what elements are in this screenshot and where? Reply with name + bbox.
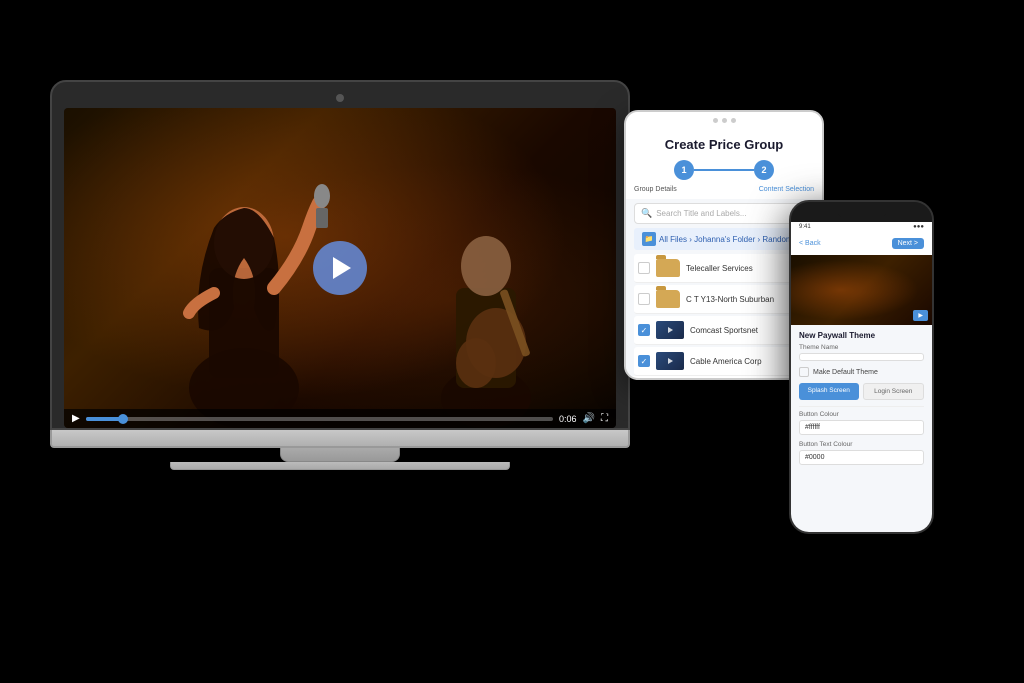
button-colour-label: Button Colour	[799, 411, 924, 418]
step-2-label: Content Selection	[759, 186, 814, 193]
progress-thumb[interactable]	[118, 414, 128, 424]
scene: ▶ 0:06 🔊 ⛶	[0, 0, 1024, 683]
folder-icon-1	[656, 259, 680, 277]
phone-video-preview: ▶	[791, 255, 932, 325]
laptop: ▶ 0:06 🔊 ⛶	[50, 80, 630, 470]
button-text-colour-input[interactable]: #0000	[799, 450, 924, 465]
phone-video-light	[791, 255, 932, 325]
list-item: ✓ Cable America Corp	[634, 347, 814, 376]
video-thumb-play-icon-2	[668, 358, 673, 364]
tablet-dot-3	[731, 118, 736, 123]
tablet-indicator-dots	[713, 118, 736, 123]
volume-icon[interactable]: 🔊	[583, 413, 595, 424]
list-item: ✓ Comcast Sportsnet	[634, 316, 814, 345]
step-1-circle: 1	[674, 160, 694, 180]
button-text-colour-label: Button Text Colour	[799, 441, 924, 448]
phone-status-bar: 9:41 ●●●	[791, 222, 932, 232]
fullscreen-button[interactable]: ⛶	[601, 413, 608, 424]
default-theme-checkbox[interactable]	[799, 367, 809, 377]
stepper: 1 2	[626, 156, 822, 186]
time-display: 0:06	[559, 414, 577, 424]
laptop-foot	[170, 462, 510, 470]
login-screen-button[interactable]: Login Screen	[863, 383, 925, 400]
phone-next-button[interactable]: Next >	[892, 238, 924, 249]
phone-video-label: ▶	[913, 310, 928, 321]
video-controls: ▶ 0:06 🔊 ⛶	[64, 409, 616, 428]
video-thumb-play-icon	[668, 327, 673, 333]
checkbox-3[interactable]: ✓	[638, 324, 650, 336]
folder-icon-2	[656, 290, 680, 308]
default-theme-row: Make Default Theme	[799, 367, 924, 377]
laptop-base	[50, 430, 630, 448]
default-theme-label: Make Default Theme	[813, 369, 878, 376]
phone: 9:41 ●●● < Back Next > ▶ New Paywall The…	[789, 200, 934, 534]
laptop-screen: ▶ 0:06 🔊 ⛶	[64, 108, 616, 428]
video-background: ▶ 0:06 🔊 ⛶	[64, 108, 616, 428]
phone-time: 9:41	[799, 224, 811, 230]
checkbox-4[interactable]: ✓	[638, 355, 650, 367]
phone-signal: ●●●	[913, 224, 924, 230]
phone-content: < Back Next > ▶ New Paywall Theme Theme …	[791, 232, 932, 532]
step-1-label: Group Details	[634, 186, 677, 193]
progress-bar[interactable]	[86, 417, 553, 421]
screen-selector-row: Splash Screen Login Screen	[799, 383, 924, 400]
search-placeholder-text: Search Title and Labels...	[656, 209, 746, 218]
search-icon: 🔍	[641, 208, 652, 219]
breadcrumb-text: All Files › Johanna's Folder › Random	[659, 235, 793, 244]
button-text-colour-group: Button Text Colour #0000	[799, 441, 924, 465]
phone-back-button[interactable]: < Back	[799, 240, 821, 247]
phone-section-title: New Paywall Theme	[799, 331, 924, 340]
phone-nav-header: < Back Next >	[791, 232, 932, 255]
step-connector	[694, 169, 754, 171]
laptop-stand	[280, 448, 400, 462]
play-pause-button[interactable]: ▶	[72, 413, 80, 424]
list-item: C T Y13-North Suburban	[634, 285, 814, 314]
laptop-camera	[336, 94, 344, 102]
splash-screen-button[interactable]: Splash Screen	[799, 383, 859, 400]
divider-1	[799, 406, 924, 407]
theme-name-input[interactable]	[799, 353, 924, 361]
checkbox-1[interactable]	[638, 262, 650, 274]
step-2-circle: 2	[754, 160, 774, 180]
laptop-screen-wrapper: ▶ 0:06 🔊 ⛶	[50, 80, 630, 430]
tablet-dot-1	[713, 118, 718, 123]
theme-name-label: Theme Name	[799, 344, 924, 351]
tablet-header	[626, 112, 822, 129]
step-labels: Group Details Content Selection	[626, 186, 822, 199]
checkbox-2[interactable]	[638, 293, 650, 305]
button-colour-group: Button Colour #ffffff	[799, 411, 924, 435]
phone-notch-inner	[837, 205, 887, 219]
phone-form-section: New Paywall Theme Theme Name Make Defaul…	[791, 325, 932, 475]
tablet-page-title: Create Price Group	[626, 129, 822, 156]
breadcrumb: 📁 All Files › Johanna's Folder › Random	[634, 228, 814, 250]
video-thumb-1	[656, 321, 684, 339]
button-colour-input[interactable]: #ffffff	[799, 420, 924, 435]
tablet-dot-2	[722, 118, 727, 123]
list-item: Telecaller Services	[634, 254, 814, 283]
theme-name-group: Theme Name	[799, 344, 924, 361]
phone-notch	[791, 202, 932, 222]
folder-icon: 📁	[642, 232, 656, 246]
video-thumb-2	[656, 352, 684, 370]
guitarist-figure	[396, 168, 576, 428]
search-bar[interactable]: 🔍 Search Title and Labels...	[634, 203, 814, 224]
video-play-button[interactable]	[313, 241, 367, 295]
